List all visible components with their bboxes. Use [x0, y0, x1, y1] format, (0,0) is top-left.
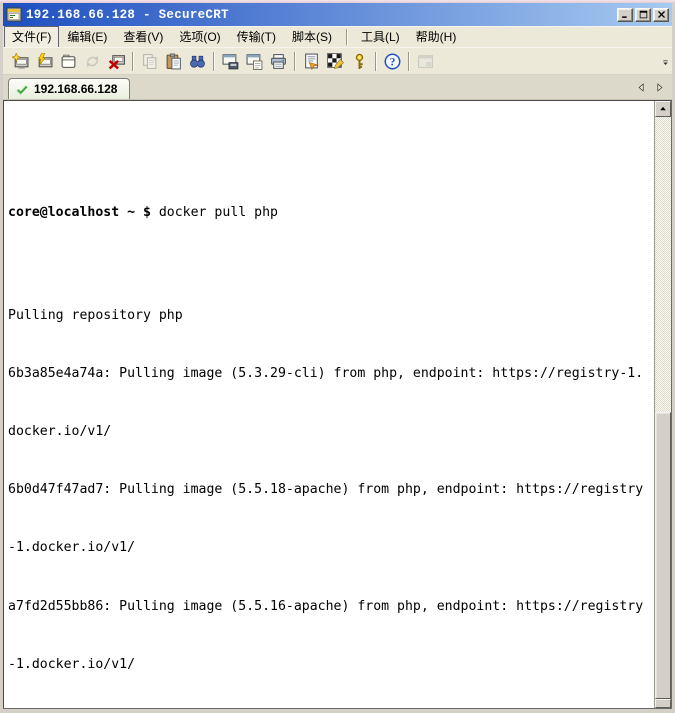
terminal-blank-space — [8, 137, 654, 176]
help-button[interactable] — [380, 50, 404, 73]
menu-edit[interactable]: 编辑(E) — [59, 26, 115, 48]
session-tab-192-168-66-128[interactable]: 192.168.66.128 — [8, 78, 130, 99]
disconnect-icon — [108, 53, 125, 70]
terminal-line: -1.docker.io/v1/ — [8, 541, 654, 554]
menu-bar: 文件(F) 编辑(E) 查看(V) 选项(O) 传输(T) 脚本(S) 工具(L… — [3, 26, 672, 47]
connect-button[interactable] — [32, 50, 56, 73]
tab-nav — [636, 81, 665, 94]
close-icon — [657, 10, 666, 19]
terminal-line: docker.io/v1/ — [8, 425, 654, 438]
securecrt-window: 192.168.66.128 - SecureCRT 文件(F) 编辑(E) 查… — [0, 0, 675, 713]
quick-connect-icon — [12, 53, 29, 70]
raw-log-session-button[interactable] — [242, 50, 266, 73]
disconnect-button[interactable] — [104, 50, 128, 73]
terminal-output: Pulling repository php 6b3a85e4a74a: Pul… — [8, 249, 654, 708]
log-session-icon — [222, 53, 239, 70]
maximize-icon — [639, 10, 648, 19]
terminal-screen[interactable]: core@localhost ~ $ docker pull php Pulli… — [4, 101, 654, 708]
global-options-icon — [327, 53, 344, 70]
toolbar-separator — [209, 50, 218, 73]
menu-file[interactable]: 文件(F) — [4, 26, 59, 48]
tab-label: 192.168.66.128 — [34, 82, 117, 96]
menu-tools[interactable]: 工具(L) — [353, 26, 408, 48]
key-agent-button[interactable] — [347, 50, 371, 73]
scrollbar-down-button[interactable] — [655, 699, 671, 708]
copy-button[interactable] — [137, 50, 161, 73]
toolbar-separator — [371, 50, 380, 73]
help-icon — [384, 53, 401, 70]
securecrt-app-icon[interactable] — [6, 7, 22, 23]
shell-prompt: core@localhost ~ $ — [8, 205, 159, 220]
connect-icon — [36, 53, 53, 70]
terminal-line: Pulling repository php — [8, 309, 654, 322]
close-button[interactable] — [653, 8, 669, 22]
paste-button[interactable] — [161, 50, 185, 73]
tab-prev-button[interactable] — [636, 81, 647, 94]
scroll-up-icon — [658, 104, 668, 114]
toolbar-separator — [290, 50, 299, 73]
toolbar-buttons — [8, 50, 437, 73]
titlebar[interactable]: 192.168.66.128 - SecureCRT — [3, 3, 672, 26]
terminal-line: 6b0d47f47ad7: Pulling image (5.5.18-apac… — [8, 483, 654, 496]
tab-next-button[interactable] — [654, 81, 665, 94]
toolbar-overflow-icon — [661, 57, 670, 68]
paste-icon — [165, 53, 182, 70]
terminal-line: -1.docker.io/v1/ — [8, 658, 654, 671]
maximize-button[interactable] — [635, 8, 651, 22]
menu-script[interactable]: 脚本(S) — [284, 26, 340, 48]
minimize-button[interactable] — [617, 8, 633, 22]
key-agent-icon — [351, 53, 368, 70]
menu-view[interactable]: 查看(V) — [115, 26, 171, 48]
scrollbar-up-button[interactable] — [655, 101, 671, 117]
terminal-line: 6b3a85e4a74a: Pulling image (5.3.29-cli)… — [8, 367, 654, 380]
toolbar — [3, 47, 672, 75]
find-button[interactable] — [185, 50, 209, 73]
tab-prev-icon — [636, 81, 647, 94]
print-button[interactable] — [266, 50, 290, 73]
print-icon — [270, 53, 287, 70]
window-title: 192.168.66.128 - SecureCRT — [26, 8, 615, 22]
connect-in-tab-icon — [60, 53, 77, 70]
global-options-button[interactable] — [323, 50, 347, 73]
connected-check-icon — [16, 83, 29, 96]
quick-connect-button[interactable] — [8, 50, 32, 73]
raw-log-session-icon — [246, 53, 263, 70]
terminal-prompt-line: core@localhost ~ $ docker pull php — [8, 206, 654, 219]
toolbar-separator — [404, 50, 413, 73]
terminal-area: core@localhost ~ $ docker pull php Pulli… — [3, 100, 672, 709]
app-window-icon — [417, 53, 434, 70]
menu-help[interactable]: 帮助(H) — [408, 26, 465, 48]
session-options-button[interactable] — [299, 50, 323, 73]
toolbar-separator — [128, 50, 137, 73]
find-icon — [189, 53, 206, 70]
app-window-button[interactable] — [413, 50, 437, 73]
reconnect-button[interactable] — [80, 50, 104, 73]
menu-transfer[interactable]: 传输(T) — [229, 26, 284, 48]
menu-options[interactable]: 选项(O) — [171, 26, 228, 48]
toolbar-overflow-button[interactable] — [659, 55, 671, 69]
terminal-line: a7fd2d55bb86: Pulling image (5.5.16-apac… — [8, 600, 654, 613]
reconnect-icon — [84, 53, 101, 70]
log-session-button[interactable] — [218, 50, 242, 73]
terminal-scrollbar[interactable] — [654, 101, 671, 708]
window-controls — [615, 8, 669, 22]
shell-command: docker pull php — [159, 205, 278, 220]
minimize-icon — [621, 10, 630, 19]
copy-icon — [141, 53, 158, 70]
session-options-icon — [303, 53, 320, 70]
tab-bar: 192.168.66.128 — [3, 75, 672, 100]
connect-in-tab-button[interactable] — [56, 50, 80, 73]
tab-next-icon — [654, 81, 665, 94]
scrollbar-thumb[interactable] — [655, 412, 671, 699]
